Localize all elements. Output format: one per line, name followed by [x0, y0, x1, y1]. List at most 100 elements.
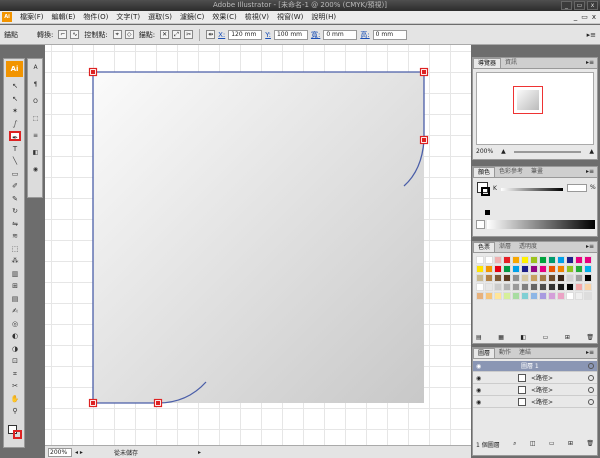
target-icon[interactable] [588, 375, 594, 381]
menu-type[interactable]: 文字(T) [112, 12, 144, 22]
artboard-nav-icon[interactable]: ◂ ▸ [75, 449, 83, 456]
hide-handles-icon[interactable]: ◇ [124, 30, 134, 39]
k-value-field[interactable] [567, 184, 587, 192]
tab-color[interactable]: 顏色 [473, 167, 496, 177]
navigator-thumbnail[interactable] [476, 72, 594, 145]
mesh-tool[interactable]: ⊞ [9, 281, 21, 291]
clipping-mask-icon[interactable]: ◫ [530, 440, 536, 449]
paintbrush-tool[interactable]: ✐ [9, 181, 21, 191]
color-swatch[interactable] [566, 274, 574, 282]
menu-select[interactable]: 選取(S) [144, 12, 176, 22]
color-swatch[interactable] [548, 256, 556, 264]
color-swatch[interactable] [521, 283, 529, 291]
convert-to-smooth-icon[interactable]: ∿ [70, 30, 80, 39]
new-layer-icon[interactable]: ⊞ [568, 440, 573, 449]
swatch-options-icon[interactable]: ◧ [520, 334, 526, 341]
none-color-icon[interactable] [476, 220, 485, 229]
delete-swatch-icon[interactable]: 🗑 [586, 334, 594, 341]
tab-color-guide[interactable]: 色彩參考 [495, 167, 527, 177]
color-spectrum[interactable] [487, 220, 595, 229]
color-swatch[interactable] [584, 283, 592, 291]
panel-menu-icon[interactable]: ▸≡ [586, 167, 597, 177]
menu-view[interactable]: 檢視(V) [241, 12, 273, 22]
height-label[interactable]: 高: [360, 30, 369, 40]
color-swatch[interactable] [494, 265, 502, 273]
character-panel-icon[interactable]: A [30, 62, 41, 73]
color-swatch[interactable] [566, 265, 574, 273]
zoom-in-icon[interactable]: ▲ [589, 148, 594, 155]
color-swatch[interactable] [494, 283, 502, 291]
maximize-button[interactable]: ▭ [574, 1, 585, 10]
color-swatch[interactable] [521, 292, 529, 300]
color-swatch[interactable] [566, 256, 574, 264]
color-swatch[interactable] [503, 256, 511, 264]
color-swatch[interactable] [530, 283, 538, 291]
color-swatch[interactable] [530, 274, 538, 282]
x-field[interactable]: 120 mm [228, 29, 263, 40]
color-swatch[interactable] [512, 274, 520, 282]
new-color-group-icon[interactable]: ▭ [543, 334, 549, 341]
delete-layer-icon[interactable]: 🗑 [586, 440, 594, 449]
color-swatch[interactable] [566, 283, 574, 291]
color-swatch[interactable] [521, 265, 529, 273]
artwork[interactable] [45, 45, 471, 445]
color-swatch[interactable] [476, 283, 484, 291]
color-swatch[interactable] [575, 292, 583, 300]
k-slider[interactable] [501, 188, 563, 191]
color-swatch[interactable] [512, 292, 520, 300]
color-swatch[interactable] [566, 292, 574, 300]
tab-stroke[interactable]: 筆畫 [527, 167, 547, 177]
color-swatch[interactable] [539, 265, 547, 273]
warp-tool[interactable]: ≋ [9, 231, 21, 241]
view-frame[interactable] [513, 86, 543, 114]
color-swatch[interactable] [539, 274, 547, 282]
target-icon[interactable] [588, 363, 594, 369]
color-swatch[interactable] [548, 274, 556, 282]
color-swatch[interactable] [494, 274, 502, 282]
color-swatch[interactable] [503, 274, 511, 282]
menu-filter[interactable]: 濾鏡(C) [176, 12, 208, 22]
transform-panel-icon[interactable]: ⬚ [30, 113, 41, 124]
eye-icon[interactable]: ◉ [476, 373, 484, 384]
menu-file[interactable]: 檔案(F) [16, 12, 48, 22]
width-field[interactable]: 0 mm [323, 29, 358, 40]
cut-path-icon[interactable]: ✂ [184, 30, 194, 39]
align-panel-icon[interactable]: ≡ [30, 130, 41, 141]
eye-icon[interactable]: ◉ [476, 397, 484, 408]
pen-tool[interactable]: ✒ [9, 131, 21, 142]
lasso-tool[interactable]: ഽ [9, 119, 21, 129]
color-swatch[interactable] [485, 283, 493, 291]
color-swatch[interactable] [485, 292, 493, 300]
color-swatch[interactable] [476, 292, 484, 300]
new-sublayer-icon[interactable]: ▭ [549, 440, 555, 449]
color-swatch[interactable] [485, 256, 493, 264]
color-swatch[interactable] [584, 292, 592, 300]
color-swatch[interactable] [557, 265, 565, 273]
app-icon[interactable]: Ai [2, 12, 12, 22]
free-transform-tool[interactable]: ⬚ [9, 244, 21, 254]
width-label[interactable]: 寬: [311, 30, 320, 40]
tab-links[interactable]: 連結 [515, 348, 535, 358]
color-swatch[interactable] [512, 265, 520, 273]
color-swatch[interactable] [485, 265, 493, 273]
eye-icon[interactable]: ◉ [476, 361, 484, 372]
tab-layers[interactable]: 圖層 [473, 348, 496, 358]
type-tool[interactable]: T [9, 144, 21, 154]
color-swatch[interactable] [548, 283, 556, 291]
color-swatch[interactable] [494, 292, 502, 300]
color-swatch[interactable] [557, 292, 565, 300]
tab-actions[interactable]: 動作 [495, 348, 515, 358]
color-swatch[interactable] [584, 274, 592, 282]
show-kinds-icon[interactable]: ▦ [498, 334, 504, 341]
color-swatch[interactable] [584, 265, 592, 273]
tab-transparency[interactable]: 透明度 [515, 242, 541, 252]
x-label[interactable]: X: [218, 31, 225, 39]
layer-row[interactable]: ◉ <路徑> [473, 385, 597, 396]
color-swatch[interactable] [494, 256, 502, 264]
y-label[interactable]: Y: [265, 31, 271, 39]
color-swatch[interactable] [530, 256, 538, 264]
color-swatch[interactable] [512, 256, 520, 264]
tab-navigator[interactable]: 導覽器 [473, 58, 502, 68]
control-menu-icon[interactable]: ▸≡ [587, 31, 596, 39]
opentype-panel-icon[interactable]: O [30, 96, 41, 107]
